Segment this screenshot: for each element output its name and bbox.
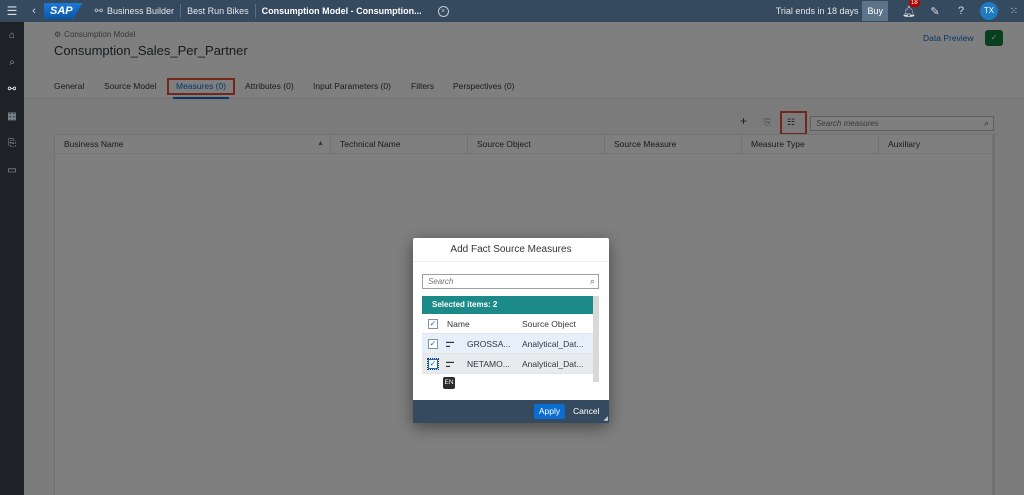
help-icon[interactable]: ?: [948, 5, 974, 17]
hamburger-menu-icon[interactable]: ☰: [0, 4, 24, 18]
resize-handle-icon[interactable]: ◢: [603, 415, 608, 422]
breadcrumb-business-builder[interactable]: ⚯ Business Builder: [89, 4, 182, 18]
selected-items-bar: Selected items: 2: [422, 296, 593, 314]
dialog-title: Add Fact Source Measures: [413, 238, 609, 262]
breadcrumb-label: Business Builder: [107, 6, 175, 16]
measure-source: Analytical_Dat...: [522, 359, 584, 369]
buy-button[interactable]: Buy: [862, 1, 888, 21]
dialog-search-field[interactable]: ⌕: [422, 274, 599, 289]
column-source-header: Source Object: [522, 319, 576, 329]
data-builder-icon[interactable]: ▦: [0, 103, 24, 130]
apply-button[interactable]: Apply: [534, 404, 565, 419]
home-icon[interactable]: ⌂: [0, 22, 24, 49]
dialog-footer: Apply Cancel ◢: [413, 400, 609, 423]
data-access-icon[interactable]: ⎘: [0, 130, 24, 157]
shell-bar: ☰ ‹ SAP ⚯ Business Builder Best Run Bike…: [0, 0, 1024, 22]
trial-text: Trial ends in 18 days: [775, 6, 859, 16]
list-item[interactable]: ✓ ▬▬ ▬ NETAMO... Analytical_Dat...: [422, 354, 593, 374]
list-header-row: ✓ Name Source Object: [422, 314, 593, 334]
dialog-search-input[interactable]: [423, 275, 578, 288]
measure-name: NETAMO...: [467, 359, 510, 369]
business-builder-nav-icon[interactable]: ⚯: [0, 76, 24, 103]
measure-source: Analytical_Dat...: [522, 339, 584, 349]
product-switch-icon[interactable]: ⁙: [1004, 6, 1024, 17]
list-item[interactable]: ✓ ▬▬ ▬ GROSSA... Analytical_Dat...: [422, 334, 593, 354]
cancel-button[interactable]: Cancel: [573, 404, 599, 419]
feedback-icon[interactable]: ✎: [922, 5, 948, 18]
close-icon[interactable]: ×: [437, 5, 449, 17]
measure-list: Selected items: 2 ✓ Name Source Object ✓…: [422, 296, 599, 382]
measure-type-icon: ▬▬ ▬: [446, 339, 454, 348]
add-fact-source-measures-dialog: Add Fact Source Measures ⌕ Selected item…: [413, 238, 609, 423]
notification-count-badge: 18: [909, 0, 920, 7]
notifications-bell-icon[interactable]: 🔔︎ 18: [896, 0, 922, 18]
row-checkbox[interactable]: ✓: [428, 339, 438, 349]
search-icon[interactable]: ⌕: [590, 276, 595, 287]
column-name-header: Name: [447, 319, 470, 329]
back-icon[interactable]: ‹: [24, 5, 44, 17]
measure-name: GROSSA...: [467, 339, 511, 349]
breadcrumb-space[interactable]: Best Run Bikes: [181, 4, 256, 18]
side-navigation: ⌂ ⌕ ⚯ ▦ ⎘ ▭: [0, 22, 24, 495]
catalog-icon[interactable]: ⌕: [0, 49, 24, 76]
monitor-icon[interactable]: ▭: [0, 157, 24, 184]
breadcrumb-current: Consumption Model - Consumption...: [261, 6, 422, 16]
select-all-checkbox[interactable]: ✓: [428, 319, 438, 329]
measure-type-icon: ▬▬ ▬: [446, 359, 454, 368]
business-builder-icon: ⚯: [94, 5, 104, 17]
sap-logo[interactable]: SAP: [44, 3, 83, 19]
language-tooltip: EN: [443, 377, 455, 389]
list-scrollbar[interactable]: [593, 296, 599, 382]
avatar[interactable]: TX: [980, 2, 998, 20]
row-checkbox[interactable]: ✓: [427, 358, 439, 370]
